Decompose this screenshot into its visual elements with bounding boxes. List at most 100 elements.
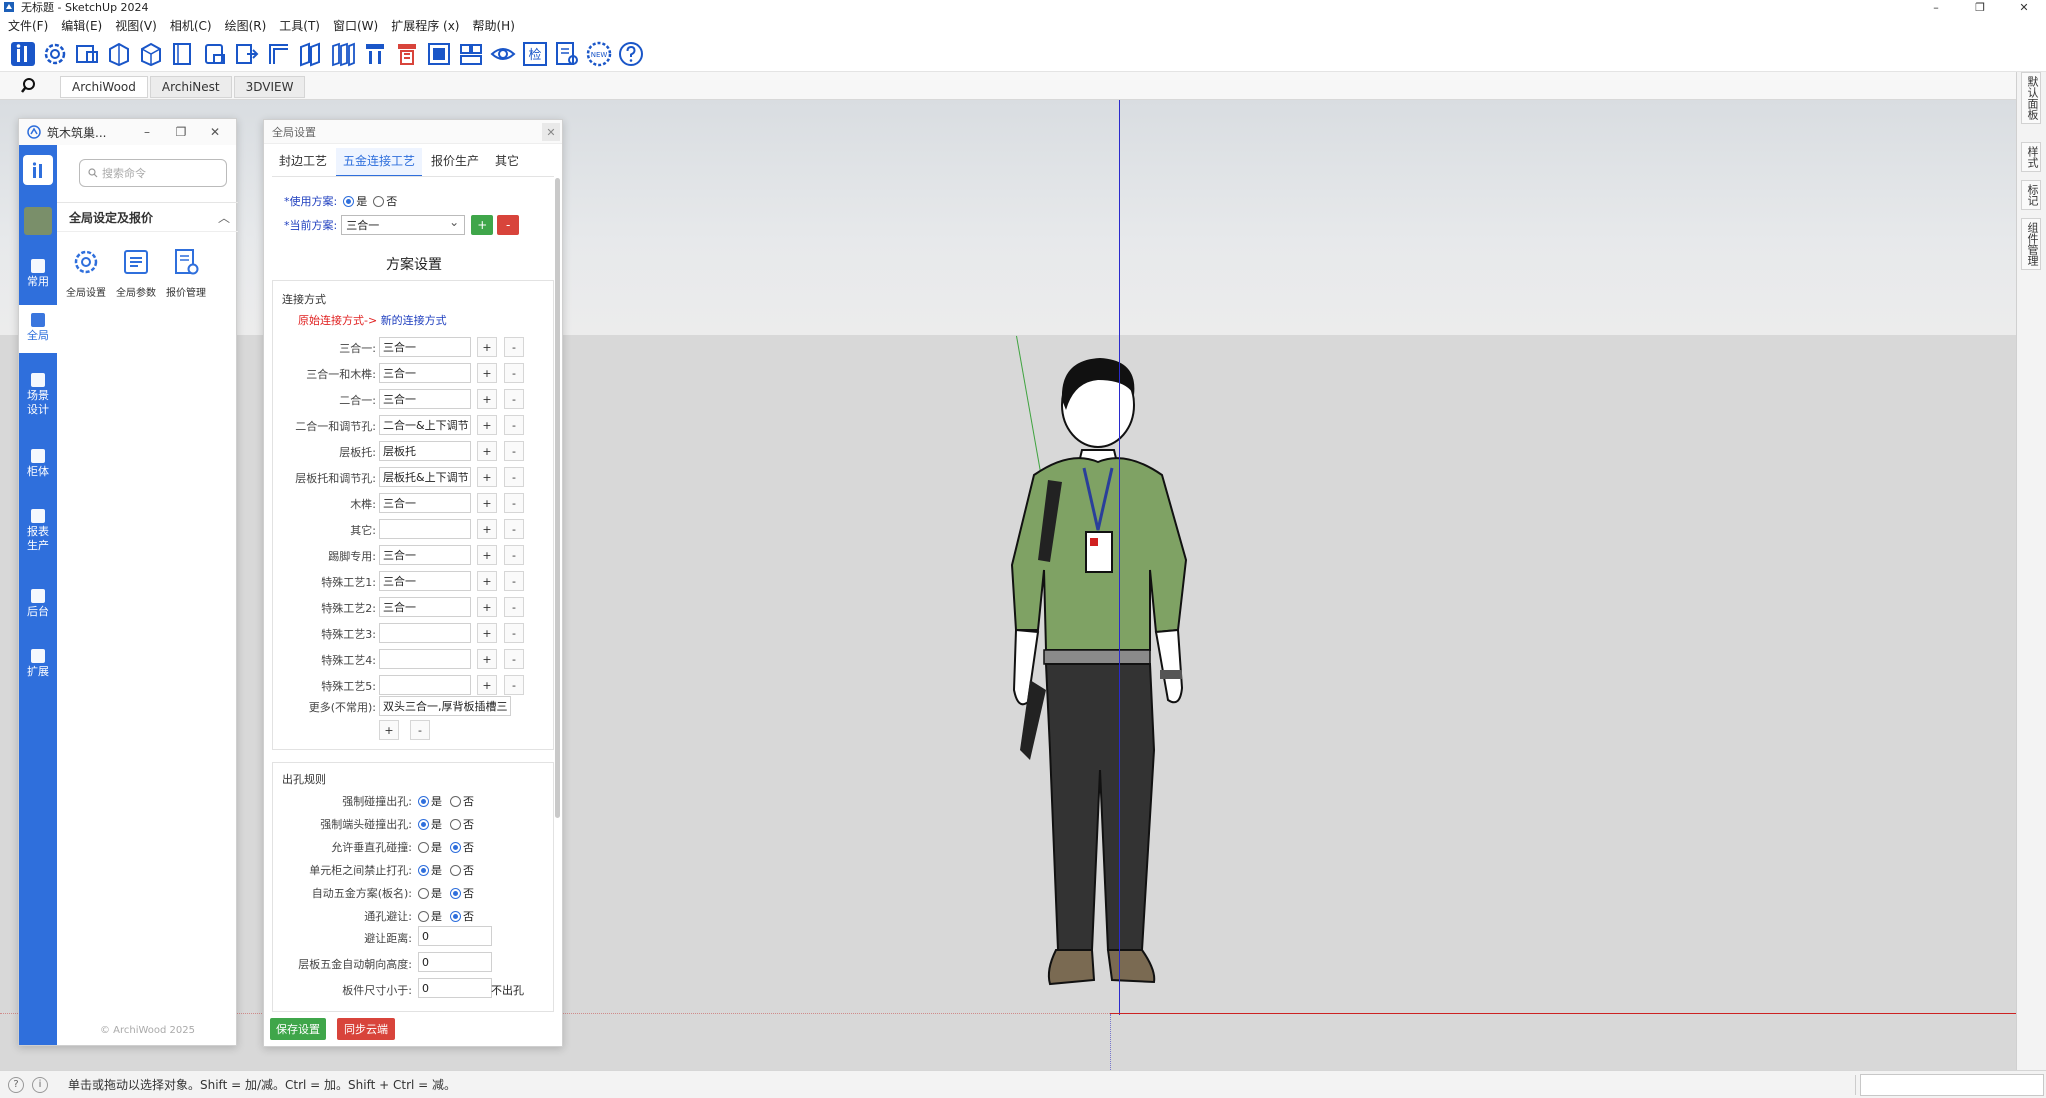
connection-remove-button[interactable]: - <box>504 597 524 617</box>
connection-remove-button[interactable]: - <box>504 441 524 461</box>
right-tab-components[interactable]: 组件管理 <box>2021 218 2041 270</box>
connection-add-button[interactable]: + <box>477 415 497 435</box>
tool-global-params[interactable]: 全局参数 <box>111 247 161 299</box>
add-scheme-button[interactable]: + <box>471 215 494 235</box>
report-icon[interactable] <box>552 39 582 69</box>
sidebar-item-scene-design[interactable]: 场景设计 <box>19 369 57 427</box>
use-scheme-no-radio[interactable] <box>373 195 385 207</box>
connection-remove-button[interactable]: - <box>504 363 524 383</box>
connection-input[interactable]: 三合一 <box>379 363 471 383</box>
dialog-scrollbar[interactable] <box>555 178 560 818</box>
connection-remove-button[interactable]: - <box>504 675 524 695</box>
connection-add-button[interactable]: + <box>477 493 497 513</box>
drill-icon[interactable] <box>392 39 422 69</box>
right-tab-tags[interactable]: 标记 <box>2021 180 2041 210</box>
sidebar-item-global[interactable]: 全局 <box>19 305 57 353</box>
panel-icon[interactable] <box>72 39 102 69</box>
menu-draw[interactable]: 绘图(R) <box>225 17 267 34</box>
avoid-distance-input[interactable]: 0 <box>418 926 492 946</box>
connection-input[interactable]: 二合一&上下调节 <box>379 415 471 435</box>
connection-input[interactable] <box>379 675 471 695</box>
menu-camera[interactable]: 相机(C) <box>170 17 212 34</box>
rule-yes-radio[interactable] <box>418 887 429 899</box>
connection-add-button[interactable]: + <box>477 467 497 487</box>
rule-yes-radio[interactable] <box>418 841 429 853</box>
rule-no-radio[interactable] <box>450 795 461 807</box>
help-icon[interactable] <box>616 39 646 69</box>
tool-quote-management[interactable]: 报价管理 <box>161 247 211 299</box>
panel-maximize-button[interactable]: ❐ <box>164 119 198 145</box>
rule-no-radio[interactable] <box>450 818 461 830</box>
avatar[interactable] <box>24 207 52 235</box>
drawer-icon[interactable] <box>200 39 230 69</box>
connection-input[interactable]: 层板托 <box>379 441 471 461</box>
new-badge-icon[interactable]: NEW <box>584 39 614 69</box>
tool-global-settings[interactable]: 全局设置 <box>61 247 111 299</box>
maximize-button[interactable]: ❐ <box>1958 0 2002 14</box>
tab-archinest[interactable]: ArchiNest <box>149 76 232 98</box>
save-settings-button[interactable]: 保存设置 <box>270 1018 326 1040</box>
info-icon[interactable]: i <box>32 1076 48 1093</box>
command-search-input[interactable]: 搜索命令 <box>79 159 227 187</box>
connection-add-button[interactable]: + <box>477 597 497 617</box>
connection-remove-button[interactable]: - <box>504 337 524 357</box>
archiwood-logo-icon[interactable] <box>8 39 38 69</box>
panel-minimize-button[interactable]: – <box>130 119 164 145</box>
minimize-button[interactable]: – <box>1914 0 1958 14</box>
connection-remove-button[interactable]: - <box>504 571 524 591</box>
connection-add-button[interactable]: + <box>477 675 497 695</box>
close-button[interactable]: ✕ <box>2002 0 2046 14</box>
shelf-height-input[interactable]: 0 <box>418 952 492 972</box>
sidebar-item-backend[interactable]: 后台 <box>19 585 57 627</box>
connection-remove-button[interactable]: - <box>504 493 524 513</box>
check-text-icon[interactable]: 检 <box>520 39 550 69</box>
tab-quote-production[interactable]: 报价生产 <box>424 148 486 177</box>
tab-archiwood[interactable]: ArchiWood <box>60 76 148 98</box>
connection-add-button[interactable]: + <box>477 389 497 409</box>
remove-scheme-button[interactable]: - <box>497 215 520 235</box>
right-tab-styles[interactable]: 样式 <box>2021 142 2041 172</box>
door-icon[interactable] <box>168 39 198 69</box>
connection-input[interactable]: 三合一 <box>379 545 471 565</box>
connection-add-button[interactable]: + <box>477 571 497 591</box>
menu-view[interactable]: 视图(V) <box>115 17 157 34</box>
chevron-up-icon[interactable]: ︿ <box>218 209 230 226</box>
right-tab-default-tray[interactable]: 默认面板 <box>2021 72 2041 124</box>
connection-remove-button[interactable]: - <box>504 415 524 435</box>
box-icon[interactable] <box>136 39 166 69</box>
connection-add-button[interactable]: + <box>477 623 497 643</box>
tab-3dview[interactable]: 3DVIEW <box>233 76 306 98</box>
hardware-icon[interactable] <box>360 39 390 69</box>
connection-input[interactable]: 三合一 <box>379 389 471 409</box>
geo-location-icon[interactable]: ? <box>8 1076 24 1093</box>
connection-add-button[interactable]: + <box>477 337 497 357</box>
connection-add-button[interactable]: + <box>477 545 497 565</box>
export-icon[interactable] <box>232 39 262 69</box>
tab-other[interactable]: 其它 <box>488 148 526 177</box>
scale-figure[interactable] <box>990 350 1230 1020</box>
menu-edit[interactable]: 编辑(E) <box>61 17 102 34</box>
tab-edge-banding[interactable]: 封边工艺 <box>272 148 334 177</box>
tab-hardware-connection[interactable]: 五金连接工艺 <box>336 148 423 177</box>
connection-input[interactable]: 三合一 <box>379 597 471 617</box>
section-global-quote[interactable]: 全局设定及报价 ︿ <box>57 202 238 232</box>
shelf-icon[interactable] <box>296 39 326 69</box>
connection-input[interactable] <box>379 649 471 669</box>
connection-add-button[interactable]: + <box>477 441 497 461</box>
menu-file[interactable]: 文件(F) <box>8 17 48 34</box>
connection-add-button[interactable]: + <box>477 649 497 669</box>
sidebar-item-report-production[interactable]: 报表生产 <box>19 505 57 563</box>
sidebar-item-cabinet[interactable]: 柜体 <box>19 445 57 487</box>
connection-remove-button[interactable]: - <box>504 649 524 669</box>
rule-yes-radio[interactable] <box>418 864 429 876</box>
menu-tools[interactable]: 工具(T) <box>279 17 320 34</box>
connection-input[interactable]: 三合一 <box>379 493 471 513</box>
rule-yes-radio[interactable] <box>418 910 429 922</box>
eye-icon[interactable] <box>488 39 518 69</box>
connection-remove-button[interactable]: - <box>504 623 524 643</box>
more-input[interactable]: 双头三合一,厚背板插槽三 <box>379 696 511 716</box>
menu-extensions[interactable]: 扩展程序 (x) <box>391 17 459 34</box>
connection-input[interactable]: 三合一 <box>379 337 471 357</box>
use-scheme-yes-radio[interactable] <box>343 195 355 207</box>
connection-input[interactable] <box>379 623 471 643</box>
